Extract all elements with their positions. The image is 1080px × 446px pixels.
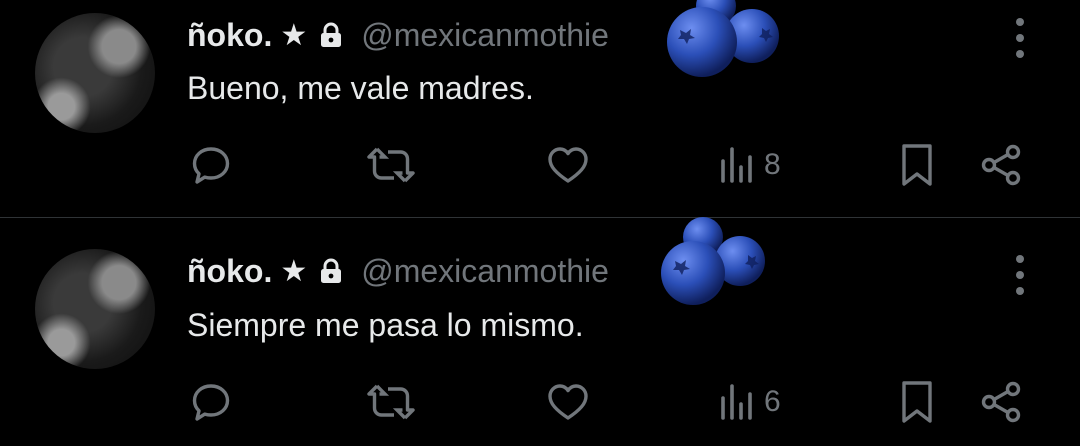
bookmark-button[interactable] xyxy=(899,377,935,427)
blueberries-icon xyxy=(655,217,775,307)
reply-icon xyxy=(192,384,230,421)
retweet-button[interactable] xyxy=(367,140,415,190)
retweet-icon xyxy=(367,147,415,183)
bookmark-icon xyxy=(902,144,932,186)
reply-icon xyxy=(192,147,230,184)
views-icon xyxy=(721,384,752,420)
views-button[interactable]: 8 xyxy=(720,140,781,190)
user-handle[interactable]: @mexicanmothie xyxy=(361,253,609,290)
like-button[interactable] xyxy=(546,140,590,190)
like-icon xyxy=(548,384,588,420)
display-name[interactable]: ñoko. xyxy=(187,17,272,54)
star-emoji: ★ xyxy=(280,254,308,288)
tweet[interactable]: ñoko. ★ @mexicanmothie Bueno, me vale ma… xyxy=(0,0,1080,218)
tweet-actions: 8 xyxy=(0,140,1080,190)
tweet-header: ñoko. ★ @mexicanmothie xyxy=(187,249,609,293)
avatar[interactable] xyxy=(35,249,155,369)
tweet-actions: 6 xyxy=(0,377,1080,427)
tweet[interactable]: ñoko. ★ @mexicanmothie Siempre me pasa l… xyxy=(0,217,1080,437)
star-emoji: ★ xyxy=(280,18,308,52)
bookmark-button[interactable] xyxy=(899,140,935,190)
lock-icon xyxy=(319,22,343,48)
bookmark-icon xyxy=(902,381,932,423)
divider xyxy=(0,217,1080,218)
reply-button[interactable] xyxy=(189,140,233,190)
lock-icon xyxy=(319,258,343,284)
share-button[interactable] xyxy=(979,140,1023,190)
views-icon xyxy=(721,147,752,183)
more-icon[interactable] xyxy=(1010,255,1030,295)
avatar[interactable] xyxy=(35,13,155,133)
tweet-header: ñoko. ★ @mexicanmothie xyxy=(187,13,609,57)
reply-button[interactable] xyxy=(189,377,233,427)
share-icon xyxy=(981,381,1021,423)
views-count: 6 xyxy=(764,385,781,418)
like-icon xyxy=(548,147,588,183)
retweet-icon xyxy=(367,384,415,420)
blueberries-icon xyxy=(662,0,782,82)
display-name[interactable]: ñoko. xyxy=(187,253,272,290)
views-count: 8 xyxy=(764,148,781,181)
like-button[interactable] xyxy=(546,377,590,427)
tweet-text: Bueno, me vale madres. xyxy=(187,70,534,106)
retweet-button[interactable] xyxy=(367,377,415,427)
tweet-text: Siempre me pasa lo mismo. xyxy=(187,307,584,343)
share-button[interactable] xyxy=(979,377,1023,427)
user-handle[interactable]: @mexicanmothie xyxy=(361,17,609,54)
more-icon[interactable] xyxy=(1010,18,1030,58)
views-button[interactable]: 6 xyxy=(720,377,781,427)
share-icon xyxy=(981,144,1021,186)
